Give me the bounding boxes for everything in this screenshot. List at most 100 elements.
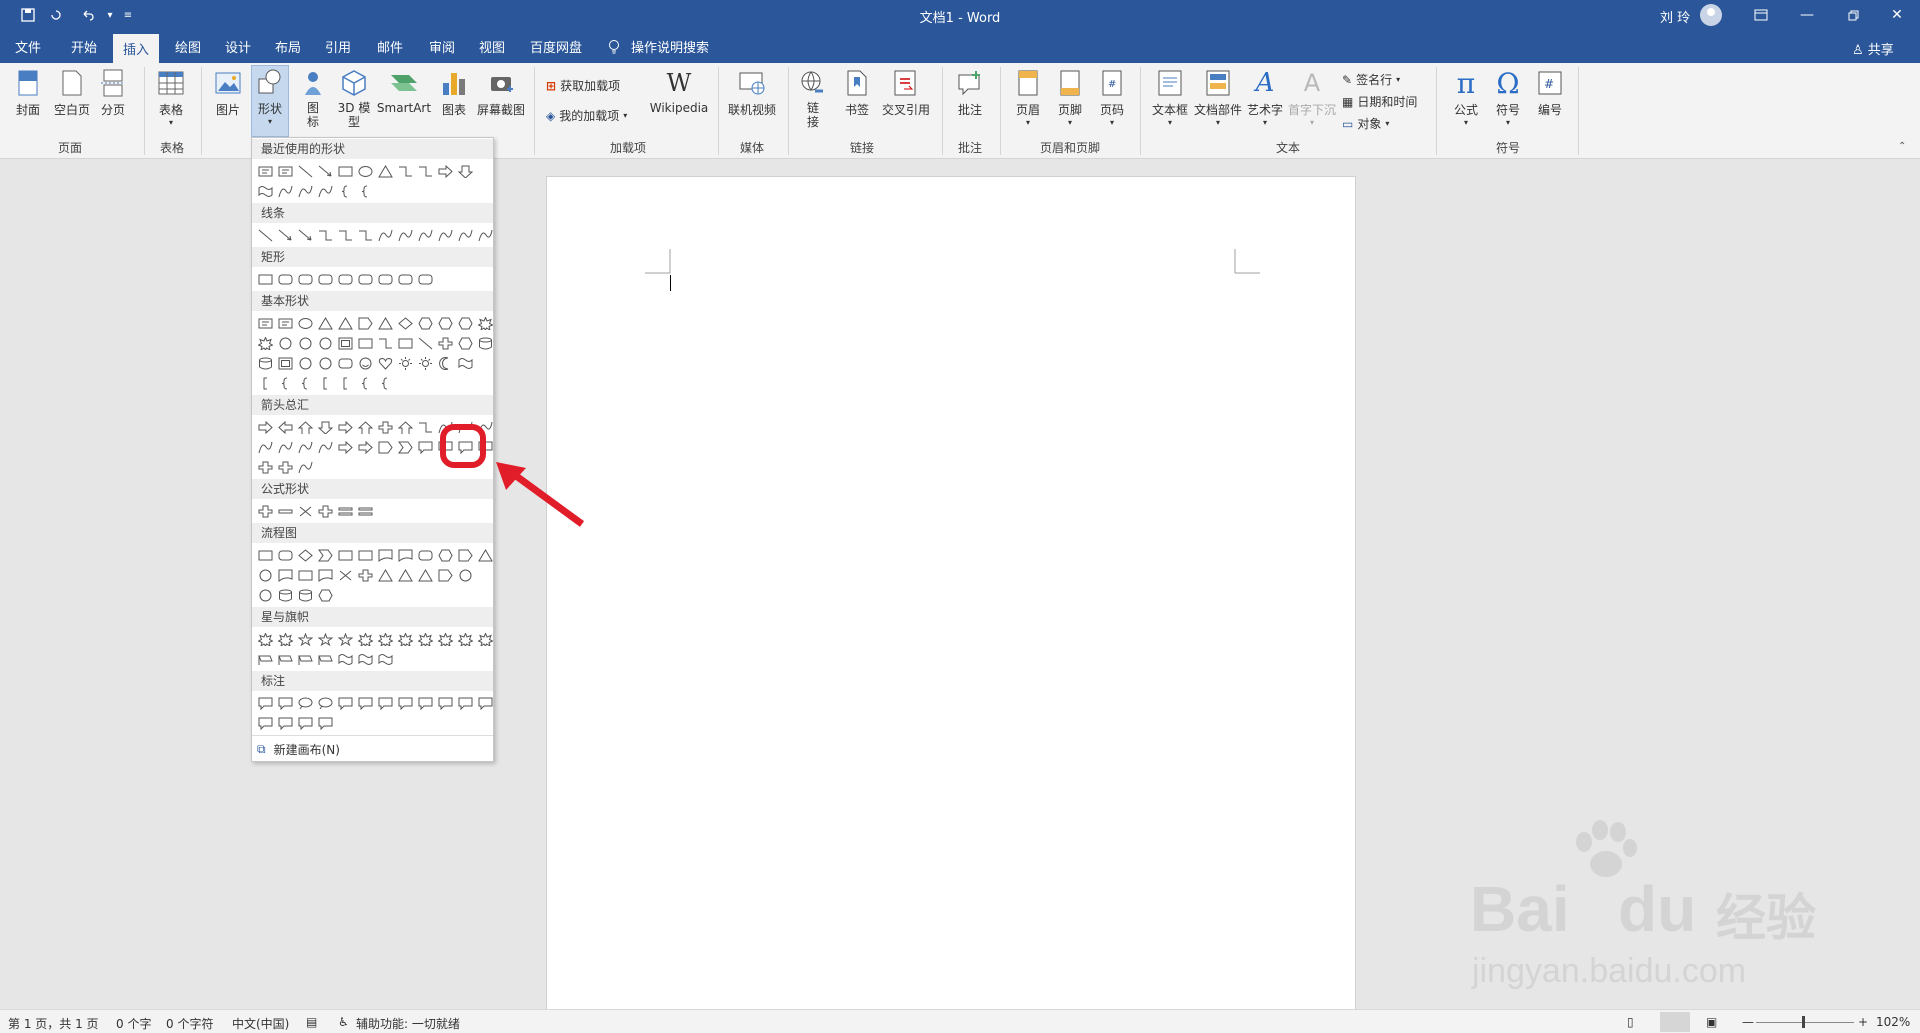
brace-shape-icon[interactable] <box>275 374 295 393</box>
zoom-out-button[interactable]: — <box>1742 1015 1754 1029</box>
curve-shape-icon[interactable] <box>275 182 295 201</box>
tri-shape-icon[interactable] <box>315 314 335 333</box>
tri-shape-icon[interactable] <box>415 566 435 585</box>
uarrow-shape-icon[interactable] <box>395 418 415 437</box>
brace-shape-icon[interactable] <box>355 182 375 201</box>
callout-shape-icon[interactable] <box>255 694 275 713</box>
user-name[interactable]: 刘 玲 <box>1660 7 1690 26</box>
zoom-level[interactable]: 102% <box>1876 1015 1910 1029</box>
frame-shape-icon[interactable] <box>335 334 355 353</box>
doc-shape-icon[interactable] <box>375 546 395 565</box>
star-shape-icon[interactable] <box>295 630 315 649</box>
curve-shape-icon[interactable] <box>275 438 295 457</box>
hex-shape-icon[interactable] <box>435 546 455 565</box>
wave-shape-icon[interactable] <box>255 182 275 201</box>
callout-shape-icon[interactable] <box>375 694 395 713</box>
read-mode-icon[interactable]: ▯ <box>1627 1015 1634 1029</box>
star8-shape-icon[interactable] <box>275 630 295 649</box>
callout-shape-icon[interactable] <box>255 714 275 733</box>
plus-shape-icon[interactable] <box>255 458 275 477</box>
circ-shape-icon[interactable] <box>255 566 275 585</box>
accessibility-status[interactable]: 辅助功能: 一切就绪 <box>356 1015 460 1032</box>
plus-shape-icon[interactable] <box>255 502 275 521</box>
callout-shape-icon[interactable] <box>295 714 315 733</box>
star8-shape-icon[interactable] <box>255 630 275 649</box>
pent-shape-icon[interactable] <box>455 546 475 565</box>
wave-shape-icon[interactable] <box>335 650 355 669</box>
rarrow-shape-icon[interactable] <box>335 438 355 457</box>
callout-shape-icon[interactable] <box>395 694 415 713</box>
star8-shape-icon[interactable] <box>255 334 275 353</box>
flag-shape-icon[interactable] <box>295 650 315 669</box>
curve-shape-icon[interactable] <box>315 438 335 457</box>
online-video-button[interactable]: 联机视频 <box>726 67 778 118</box>
hex-shape-icon[interactable] <box>455 334 475 353</box>
link-button[interactable]: 链 接 <box>798 67 828 129</box>
brace-shape-icon[interactable] <box>375 374 395 393</box>
bracket-shape-icon[interactable] <box>255 374 275 393</box>
wikipedia-button[interactable]: W Wikipedia <box>648 67 710 115</box>
rarrow-shape-icon[interactable] <box>255 418 275 437</box>
tab-references[interactable]: 引用 <box>318 30 358 63</box>
zoom-slider-thumb[interactable] <box>1802 1016 1805 1028</box>
elbow-shape-icon[interactable] <box>355 226 375 245</box>
rrect-shape-icon[interactable] <box>335 270 355 289</box>
star-shape-icon[interactable] <box>315 630 335 649</box>
rrect-shape-icon[interactable] <box>375 270 395 289</box>
elbow-shape-icon[interactable] <box>415 162 435 181</box>
curve-shape-icon[interactable] <box>415 226 435 245</box>
chart-button[interactable]: 图表 <box>438 67 470 118</box>
elbow-shape-icon[interactable] <box>315 226 335 245</box>
rrect-shape-icon[interactable] <box>275 546 295 565</box>
page-break-button[interactable]: 分页 <box>98 67 128 118</box>
wave-shape-icon[interactable] <box>375 650 395 669</box>
brace-shape-icon[interactable] <box>335 182 355 201</box>
hex-shape-icon[interactable] <box>315 586 335 605</box>
rrect-shape-icon[interactable] <box>415 546 435 565</box>
numbering-button[interactable]: # 编号 <box>1532 67 1568 118</box>
tab-home[interactable]: 开始 <box>64 30 104 63</box>
avatar[interactable] <box>1700 4 1722 26</box>
document-page[interactable] <box>546 176 1356 1014</box>
object-button[interactable]: ▭ 对象 ▾ <box>1342 115 1389 132</box>
screenshot-button[interactable]: 屏幕截图 <box>474 67 528 118</box>
3d-models-button[interactable]: 3D 模 型 <box>336 67 372 129</box>
callout-shape-icon[interactable] <box>315 714 335 733</box>
icons-button[interactable]: 图 标 <box>298 67 328 129</box>
rrect-shape-icon[interactable] <box>315 270 335 289</box>
sun-shape-icon[interactable] <box>395 354 415 373</box>
tab-mailings[interactable]: 邮件 <box>370 30 410 63</box>
rect-shape-icon[interactable] <box>255 546 275 565</box>
moon-shape-icon[interactable] <box>435 354 455 373</box>
hex-shape-icon[interactable] <box>435 314 455 333</box>
star8-shape-icon[interactable] <box>395 630 415 649</box>
plus-shape-icon[interactable] <box>355 566 375 585</box>
restore-icon[interactable] <box>1830 0 1876 30</box>
language[interactable]: 中文(中国) <box>232 1015 289 1032</box>
diamond-shape-icon[interactable] <box>395 314 415 333</box>
line-shape-icon[interactable] <box>295 162 315 181</box>
cross-reference-button[interactable]: 交叉引用 <box>878 67 934 118</box>
curve-shape-icon[interactable] <box>295 458 315 477</box>
callout-shape-icon[interactable] <box>435 694 455 713</box>
callout-shape-icon[interactable] <box>455 694 475 713</box>
smartart-button[interactable]: SmartArt <box>376 67 432 115</box>
arrowline-shape-icon[interactable] <box>315 162 335 181</box>
curve-shape-icon[interactable] <box>455 226 475 245</box>
cyl-shape-icon[interactable] <box>275 586 295 605</box>
arrowline-shape-icon[interactable] <box>295 226 315 245</box>
curve-shape-icon[interactable] <box>295 438 315 457</box>
equation-button[interactable]: π 公式 ▾ <box>1448 67 1484 128</box>
star8-shape-icon[interactable] <box>415 630 435 649</box>
darrow-shape-icon[interactable] <box>315 418 335 437</box>
curve-shape-icon[interactable] <box>435 226 455 245</box>
textbox-shape-icon[interactable] <box>255 162 275 181</box>
callout-shape-icon[interactable] <box>415 694 435 713</box>
share-button[interactable]: ♙ 共享 <box>1852 39 1894 58</box>
curve-shape-icon[interactable] <box>295 182 315 201</box>
cyl-shape-icon[interactable] <box>255 354 275 373</box>
rrect-shape-icon[interactable] <box>335 354 355 373</box>
textbox-shape-icon[interactable] <box>275 314 295 333</box>
tab-file[interactable]: 文件 <box>8 30 48 63</box>
heart-shape-icon[interactable] <box>375 354 395 373</box>
